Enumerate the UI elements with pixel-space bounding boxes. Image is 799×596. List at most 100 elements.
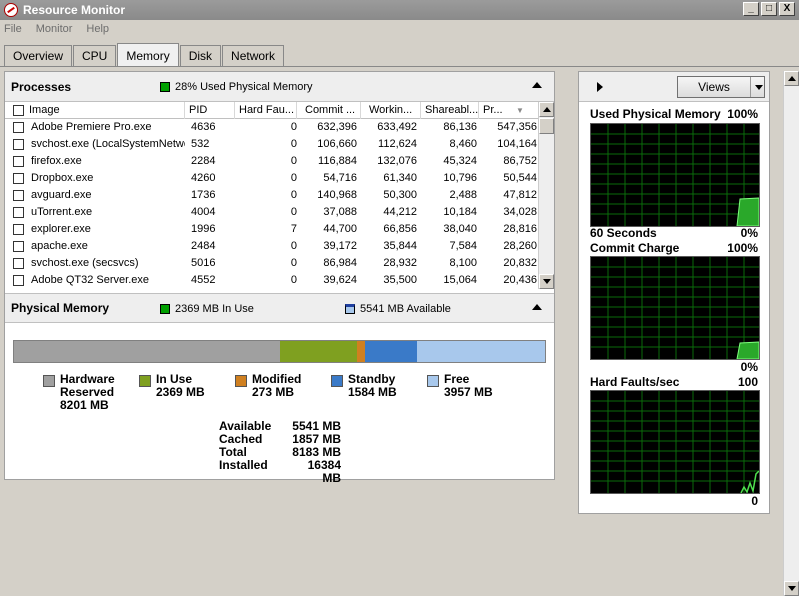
process-checkbox[interactable] [13, 139, 24, 150]
table-row[interactable]: svchost.exe (secsvcs) 5016 0 86,984 28,932 8,… [5, 255, 541, 272]
process-checkbox[interactable] [13, 190, 24, 201]
used-physical-memory-graph [590, 123, 760, 227]
commit-charge-max: 100% [727, 241, 758, 255]
column-image[interactable]: Image [5, 102, 185, 119]
column-hard-faults[interactable]: Hard Fau... [235, 102, 297, 119]
process-checkbox[interactable] [13, 224, 24, 235]
process-pid: 2484 [191, 240, 216, 252]
legend-swatch [139, 375, 151, 387]
in-use-status-icon [160, 304, 170, 315]
main-scrollbar[interactable] [783, 71, 799, 596]
sort-descending-icon: ▼ [516, 106, 524, 115]
tab-overview[interactable]: Overview [4, 45, 73, 66]
graphs-toolbar: Views [579, 72, 769, 102]
column-commit[interactable]: Commit ... [301, 102, 361, 119]
legend-swatch [427, 375, 439, 387]
process-hard-faults: 0 [290, 155, 297, 167]
menu-help[interactable]: Help [86, 23, 109, 35]
scroll-down-arrow-icon[interactable] [539, 274, 554, 289]
close-button[interactable]: X [779, 2, 795, 16]
collapse-processes-icon[interactable] [532, 82, 542, 88]
table-row[interactable]: svchost.exe (LocalSystemNetwo... 532 0 106,… [5, 136, 541, 153]
legend-value: 8201 MB [60, 398, 109, 412]
memory-bar-segment [416, 341, 545, 362]
views-dropdown-icon[interactable] [755, 85, 763, 90]
physical-memory-title: Physical Memory [11, 301, 110, 315]
graph-gridlines [591, 257, 759, 359]
processes-header[interactable]: Processes 28% Used Physical Memory [5, 72, 554, 102]
process-checkbox[interactable] [13, 258, 24, 269]
processes-scrollbar[interactable] [538, 102, 554, 289]
table-row[interactable]: firefox.exe 2284 0 116,884 132,076 45,324 86,7… [5, 153, 541, 170]
legend-swatch [331, 375, 343, 387]
table-row[interactable]: Adobe QT32 Server.exe 4552 0 39,624 35,500 15… [5, 272, 541, 289]
process-private: 104,164 [497, 138, 537, 150]
process-shareable: 86,136 [443, 121, 477, 133]
process-private: 547,356 [497, 121, 537, 133]
column-pid[interactable]: PID [185, 102, 235, 119]
process-commit: 39,172 [323, 240, 357, 252]
process-hard-faults: 0 [290, 257, 297, 269]
available-status-icon [345, 304, 355, 315]
memory-legend-item: In Use 2369 MB [139, 373, 205, 399]
process-checkbox[interactable] [13, 241, 24, 252]
available-status-text: 5541 MB Available [360, 303, 451, 315]
views-button[interactable]: Views [677, 76, 765, 98]
tab-network[interactable]: Network [222, 45, 285, 66]
column-private[interactable]: Pr... ▼ [479, 102, 541, 119]
process-shareable: 2,488 [449, 189, 477, 201]
process-working-set: 66,856 [383, 223, 417, 235]
legend-text: Modified 273 MB [252, 373, 301, 399]
process-shareable: 7,584 [449, 240, 477, 252]
table-row[interactable]: Dropbox.exe 4260 0 54,716 61,340 10,796 50,544 [5, 170, 541, 187]
process-checkbox[interactable] [13, 122, 24, 133]
minimize-button[interactable]: _ [743, 2, 759, 16]
select-all-checkbox[interactable] [13, 104, 24, 116]
main-scroll-up-icon[interactable] [784, 71, 799, 86]
table-row[interactable]: avguard.exe 1736 0 140,968 50,300 2,488 47,812 [5, 187, 541, 204]
tab-cpu[interactable]: CPU [73, 45, 117, 66]
process-checkbox[interactable] [13, 207, 24, 218]
column-shareable[interactable]: Shareabl... [421, 102, 479, 119]
main-scroll-down-icon[interactable] [784, 581, 799, 596]
table-row[interactable]: Adobe Premiere Pro.exe 4636 0 632,396 633,49… [5, 119, 541, 136]
process-image: apache.exe [31, 240, 88, 252]
process-checkbox[interactable] [13, 156, 24, 167]
table-row[interactable]: explorer.exe 1996 7 44,700 66,856 38,040 28,81… [5, 221, 541, 238]
commit-charge-plot [591, 257, 759, 359]
process-commit: 37,088 [323, 206, 357, 218]
process-commit: 106,660 [317, 138, 357, 150]
expand-graphs-icon[interactable] [597, 82, 603, 92]
scroll-up-arrow-icon[interactable] [539, 102, 554, 117]
column-working-set[interactable]: Workin... [365, 102, 421, 119]
physical-memory-section: Physical Memory 2369 MB In Use 5541 MB A… [5, 293, 554, 485]
green-status-icon [160, 82, 170, 93]
scroll-thumb[interactable] [539, 118, 554, 134]
memory-bar-segment [279, 341, 357, 362]
process-shareable: 10,184 [443, 206, 477, 218]
process-checkbox[interactable] [13, 275, 24, 286]
physical-memory-header[interactable]: Physical Memory 2369 MB In Use 5541 MB A… [5, 293, 554, 323]
process-private: 28,260 [503, 240, 537, 252]
process-pid: 4004 [191, 206, 216, 218]
tab-disk[interactable]: Disk [179, 45, 222, 66]
table-row[interactable]: uTorrent.exe 4004 0 37,088 44,212 10,184 34,02… [5, 204, 541, 221]
window-title: Resource Monitor [23, 3, 126, 17]
process-hard-faults: 0 [290, 189, 297, 201]
maximize-button[interactable]: □ [761, 2, 777, 16]
tab-memory[interactable]: Memory [117, 43, 179, 67]
tab-divider [0, 66, 799, 67]
process-hard-faults: 0 [290, 172, 297, 184]
process-checkbox[interactable] [13, 173, 24, 184]
table-row[interactable]: apache.exe 2484 0 39,172 35,844 7,584 28,260 [5, 238, 541, 255]
column-image-label: Image [29, 104, 60, 116]
process-private: 50,544 [503, 172, 537, 184]
title-bar: Resource Monitor _ □ X [0, 0, 799, 20]
process-hard-faults: 7 [290, 223, 297, 235]
in-use-status: 2369 MB In Use [160, 303, 254, 315]
menu-monitor[interactable]: Monitor [36, 23, 73, 35]
menu-file[interactable]: File [4, 23, 22, 35]
collapse-physical-memory-icon[interactable] [532, 304, 542, 310]
process-pid: 4552 [191, 274, 216, 286]
process-working-set: 112,624 [378, 138, 417, 150]
